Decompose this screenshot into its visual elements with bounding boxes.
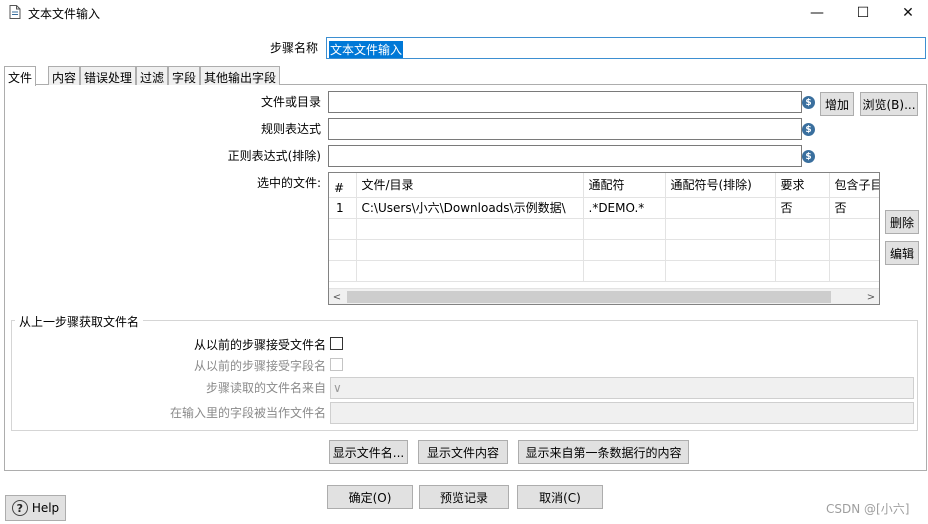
step-read-from-select[interactable]: ∨ [330, 377, 914, 399]
regex-input[interactable] [328, 118, 802, 140]
tab-label: 过滤 [140, 71, 165, 85]
maximize-button[interactable]: ☐ [840, 0, 886, 26]
regex-label: 规则表达式 [260, 122, 321, 136]
field-as-filename-input[interactable] [330, 402, 914, 424]
table-cell[interactable]: 否 [829, 197, 879, 219]
help-label: Help [31, 501, 60, 515]
add-button[interactable]: 增加 [820, 92, 854, 116]
scroll-right-icon[interactable]: > [863, 289, 879, 305]
column-header-file[interactable]: 文件/目录 [356, 173, 584, 198]
step-name-value: 文本文件输入 [329, 41, 404, 58]
tab-content[interactable]: 内容 [48, 66, 81, 85]
tab-file[interactable]: 文件 [4, 66, 37, 86]
file-or-dir-input[interactable] [328, 91, 802, 113]
minimize-icon: — [810, 5, 824, 21]
column-header-wildcard[interactable]: 通配符 [583, 173, 666, 198]
prev-step-group-title: 从上一步骤获取文件名 [15, 313, 144, 330]
column-header-label: # [334, 180, 345, 195]
delete-button[interactable]: 删除 [885, 210, 919, 234]
scroll-left-icon[interactable]: < [329, 289, 345, 305]
table-cell[interactable]: C:\Users\小六\Downloads\示例数据\ [356, 197, 584, 219]
selected-files-label: 选中的文件: [256, 176, 321, 190]
step-name-input[interactable]: 文本文件输入 [326, 37, 926, 59]
step-read-from-label: 步骤读取的文件名来自 [205, 381, 326, 395]
regex-exclude-input[interactable] [328, 145, 802, 167]
column-header-wildcard-exclude[interactable]: 通配符号(排除) [665, 173, 776, 198]
maximize-icon: ☐ [856, 5, 870, 21]
table-header-row: ^ # 文件/目录 通配符 通配符号(排除) 要求 包含子目 [329, 173, 879, 198]
title-bar: 文本文件输入 — ☐ ✕ [0, 0, 928, 26]
tab-fields[interactable]: 字段 [168, 66, 201, 85]
table-row[interactable] [329, 218, 879, 240]
column-header-include-subdirs[interactable]: 包含子目 [829, 173, 879, 198]
show-first-row-content-button[interactable]: 显示来自第一条数据行的内容 [518, 440, 689, 464]
help-button[interactable]: ? Help [5, 495, 66, 521]
ok-button[interactable]: 确定(O) [327, 485, 413, 509]
table-cell[interactable]: 否 [775, 197, 830, 219]
regex-exclude-label: 正则表达式(排除) [227, 149, 321, 163]
table-cell[interactable] [665, 197, 776, 219]
horizontal-scrollbar[interactable]: < > [329, 288, 879, 304]
table-row[interactable] [329, 260, 879, 282]
sort-indicator-icon: ^ [338, 173, 346, 180]
table-row[interactable] [329, 239, 879, 261]
help-icon: ? [11, 500, 28, 516]
close-icon: ✕ [902, 5, 914, 21]
tab-label: 错误处理 [84, 71, 133, 85]
accept-fieldname-checkbox[interactable] [330, 358, 343, 371]
table-cell[interactable]: .*DEMO.* [583, 197, 666, 219]
tab-error-handling[interactable]: 错误处理 [80, 66, 137, 85]
document-icon [9, 5, 21, 19]
field-as-filename-label: 在输入里的字段被当作文件名 [169, 406, 326, 420]
column-header-index[interactable]: ^ # [329, 173, 357, 198]
edit-button[interactable]: 编辑 [885, 241, 919, 265]
window-title: 文本文件输入 [28, 7, 101, 21]
accept-filenames-label: 从以前的步骤接受文件名 [193, 338, 326, 352]
table-row[interactable]: 1 C:\Users\小六\Downloads\示例数据\ .*DEMO.* 否… [329, 197, 879, 219]
browse-button[interactable]: 浏览(B)... [860, 92, 918, 116]
variable-icon[interactable]: $ [802, 150, 815, 163]
column-header-required[interactable]: 要求 [775, 173, 830, 198]
preview-button[interactable]: 预览记录 [419, 485, 509, 509]
tab-label: 其他输出字段 [204, 71, 277, 85]
show-filenames-button[interactable]: 显示文件名... [329, 440, 408, 464]
accept-filenames-checkbox[interactable] [330, 337, 343, 350]
variable-icon[interactable]: $ [802, 123, 815, 136]
close-button[interactable]: ✕ [885, 0, 928, 26]
minimize-button[interactable]: — [794, 0, 840, 26]
tab-label: 字段 [172, 71, 197, 85]
accept-fieldname-label: 从以前的步骤接受字段名 [193, 359, 326, 373]
table-cell: 1 [329, 197, 357, 219]
selected-files-table[interactable]: ^ # 文件/目录 通配符 通配符号(排除) 要求 包含子目 1 C:\User… [328, 172, 880, 305]
scrollbar-thumb[interactable] [347, 291, 831, 303]
watermark: CSDN @[小六] [826, 502, 910, 516]
variable-icon[interactable]: $ [802, 96, 815, 109]
chevron-down-icon: ∨ [333, 381, 342, 395]
tab-label: 文件 [8, 71, 33, 85]
cancel-button[interactable]: 取消(C) [517, 485, 603, 509]
tab-other-output-fields[interactable]: 其他输出字段 [200, 66, 281, 85]
step-name-label: 步骤名称 [269, 41, 318, 55]
tab-filter[interactable]: 过滤 [136, 66, 169, 85]
tab-label: 内容 [52, 71, 77, 85]
show-file-content-button[interactable]: 显示文件内容 [418, 440, 508, 464]
file-or-dir-label: 文件或目录 [260, 95, 321, 109]
